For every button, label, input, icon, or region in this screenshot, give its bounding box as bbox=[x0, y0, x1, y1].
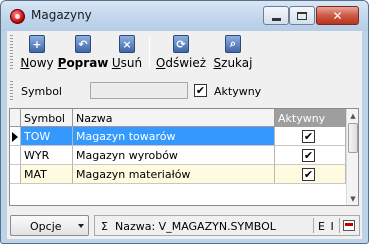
cell-nazwa[interactable]: Magazyn wyrobów bbox=[73, 146, 275, 165]
row-aktywny-checkbox[interactable]: ✔ bbox=[302, 130, 315, 143]
refresh-button[interactable]: ⟳ Odśwież bbox=[155, 33, 207, 73]
cell-symbol[interactable]: WYR bbox=[21, 146, 73, 165]
window-title: Magazyny bbox=[31, 8, 92, 22]
cell-nazwa[interactable]: Magazyn materiałów bbox=[73, 165, 275, 184]
delete-button[interactable]: × Usuń bbox=[111, 33, 143, 73]
new-icon: + bbox=[29, 35, 45, 53]
warehouse-grid[interactable]: Symbol Nazwa Aktywny TOW Magazyn towarów… bbox=[9, 108, 359, 206]
cell-nazwa[interactable]: Magazyn towarów bbox=[73, 127, 275, 146]
minimize-button[interactable] bbox=[263, 6, 289, 25]
client-area: + Nowy ↶ Popraw × Usuń ⟳ Odśwież ⌕ Szuka… bbox=[7, 31, 362, 239]
column-header-nazwa[interactable]: Nazwa bbox=[73, 109, 275, 127]
refresh-icon: ⟳ bbox=[173, 35, 189, 53]
cell-symbol[interactable]: MAT bbox=[21, 165, 73, 184]
cell-symbol[interactable]: TOW bbox=[21, 127, 73, 146]
column-header-symbol[interactable]: Symbol bbox=[21, 109, 73, 127]
maximize-button[interactable] bbox=[289, 6, 315, 25]
row-indicator bbox=[10, 165, 21, 184]
table-row[interactable]: WYR Magazyn wyrobów ✔ bbox=[10, 146, 346, 165]
vertical-scrollbar[interactable]: ▲ ▼ bbox=[346, 109, 358, 205]
toolbar-separator bbox=[149, 37, 150, 69]
row-indicator bbox=[10, 127, 21, 146]
scroll-up-icon[interactable]: ▲ bbox=[347, 109, 358, 122]
row-aktywny-checkbox[interactable]: ✔ bbox=[302, 168, 315, 181]
edit-button[interactable]: ↶ Popraw bbox=[58, 33, 108, 73]
grid-header: Symbol Nazwa Aktywny bbox=[10, 109, 358, 127]
search-button[interactable]: ⌕ Szukaj bbox=[213, 33, 253, 73]
status-panel: Σ Nazwa: V_MAGAZYN.SYMBOL E I bbox=[94, 215, 360, 236]
status-indicator-icon bbox=[343, 220, 355, 231]
toolbar: + Nowy ↶ Popraw × Usuń ⟳ Odśwież ⌕ Szuka… bbox=[7, 31, 362, 75]
options-dropdown-button[interactable]: Opcje bbox=[10, 215, 89, 236]
edit-icon: ↶ bbox=[75, 35, 91, 53]
dropdown-arrow-icon bbox=[78, 224, 84, 228]
column-header-aktywny[interactable]: Aktywny bbox=[275, 109, 346, 127]
cell-aktywny[interactable]: ✔ bbox=[275, 146, 346, 165]
title-bar[interactable]: Magazyny ✕ bbox=[1, 1, 368, 31]
row-indicator-header bbox=[10, 109, 21, 127]
status-separator bbox=[339, 218, 340, 233]
options-label: Opcje bbox=[30, 220, 62, 233]
symbol-label: Symbol bbox=[21, 85, 62, 98]
row-aktywny-checkbox[interactable]: ✔ bbox=[302, 149, 315, 162]
current-row-arrow-icon bbox=[12, 132, 18, 142]
app-icon[interactable] bbox=[10, 9, 25, 24]
minimize-icon bbox=[271, 17, 281, 21]
status-ei: E I bbox=[318, 220, 335, 233]
sigma-icon[interactable]: Σ bbox=[101, 220, 108, 233]
status-text: Nazwa: V_MAGAZYN.SYMBOL bbox=[115, 220, 276, 233]
scroll-down-icon[interactable]: ▼ bbox=[347, 192, 358, 205]
status-bar: Opcje Σ Nazwa: V_MAGAZYN.SYMBOL E I bbox=[7, 213, 362, 238]
new-button[interactable]: + Nowy bbox=[20, 33, 54, 73]
close-button[interactable]: ✕ bbox=[316, 6, 359, 25]
cell-aktywny[interactable]: ✔ bbox=[275, 127, 346, 146]
row-indicator bbox=[10, 146, 21, 165]
table-row[interactable]: TOW Magazyn towarów ✔ bbox=[10, 127, 346, 146]
magazyny-window: Magazyny ✕ + Nowy ↶ Popraw × Usuń ⟳ Odśw… bbox=[0, 0, 369, 244]
scrollbar-thumb[interactable] bbox=[348, 123, 358, 153]
maximize-icon bbox=[297, 11, 307, 20]
search-icon: ⌕ bbox=[225, 35, 241, 53]
symbol-input[interactable] bbox=[90, 82, 188, 99]
status-separator bbox=[313, 218, 314, 233]
cell-aktywny[interactable]: ✔ bbox=[275, 165, 346, 184]
table-row[interactable]: MAT Magazyn materiałów ✔ bbox=[10, 165, 346, 184]
close-icon: ✕ bbox=[332, 8, 343, 23]
delete-icon: × bbox=[119, 35, 135, 53]
aktywny-label: Aktywny bbox=[214, 85, 262, 98]
toolbar-grip[interactable] bbox=[10, 35, 13, 71]
filter-bar: Symbol ✔ Aktywny bbox=[7, 77, 362, 105]
filter-grip[interactable] bbox=[10, 81, 13, 101]
aktywny-checkbox[interactable]: ✔ bbox=[194, 84, 207, 97]
